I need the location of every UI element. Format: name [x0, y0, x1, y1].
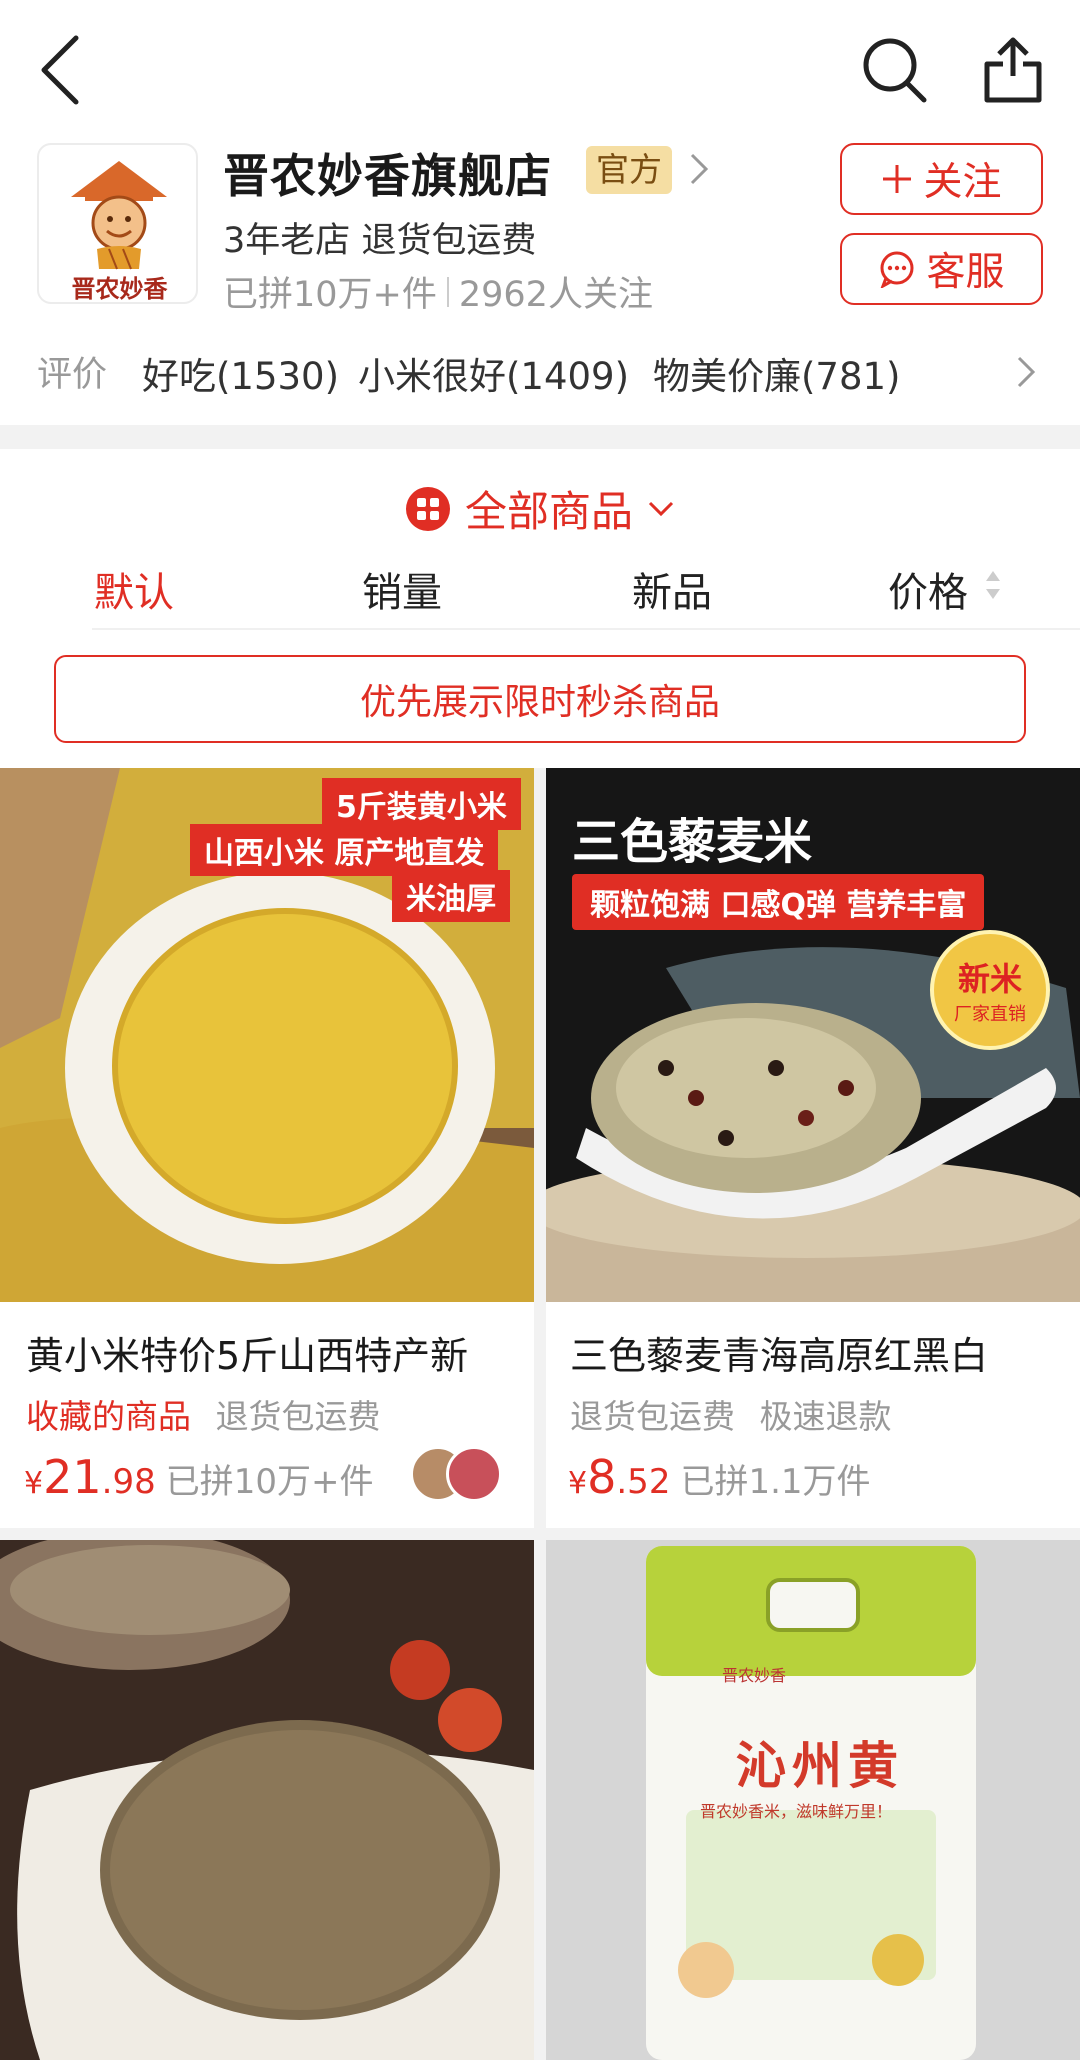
promo-banner: 米油厚	[392, 870, 510, 922]
product-tags: 退货包运费 极速退款	[570, 1390, 906, 1438]
tag-favorited: 收藏的商品	[26, 1397, 191, 1436]
product-title[interactable]: 黄小米特价5斤山西特产新	[26, 1325, 526, 1380]
back-icon	[41, 35, 79, 105]
sort-tab-sales[interactable]: 销量	[362, 560, 442, 618]
review-tag[interactable]: 物美价廉(781)	[653, 346, 901, 400]
sort-tab-default[interactable]: 默认	[94, 560, 174, 618]
grid-icon	[405, 486, 450, 531]
shop-sold-count: 已拼10万+件	[223, 275, 437, 315]
product-price: ¥ 8 .52 已拼1.1万件	[568, 1450, 871, 1504]
shop-name[interactable]: 晋农妙香旗舰店	[223, 140, 552, 206]
logo-text: 晋农妙香	[71, 275, 168, 303]
follow-button[interactable]: 关注	[840, 143, 1043, 215]
review-tag[interactable]: 小米很好(1409)	[358, 346, 629, 400]
promo-banner: 颗粒饱满 口感Q弹 营养丰富	[572, 874, 985, 930]
grid-gutter	[0, 1528, 1080, 1540]
sort-tab-price[interactable]: 价格	[888, 560, 968, 618]
bag-brand: 晋农妙香	[722, 1666, 787, 1685]
sort-divider	[92, 628, 1080, 630]
category-selector[interactable]: 全部商品	[0, 478, 1080, 539]
product-image[interactable]: 三色藜麦米 颗粒饱满 口感Q弹 营养丰富 新米 厂家直销	[546, 768, 1080, 1302]
share-button[interactable]	[978, 30, 1048, 110]
bag-name: 沁州黄	[736, 1737, 904, 1795]
share-icon	[984, 37, 1042, 103]
buyer-avatars	[410, 1446, 510, 1506]
section-divider	[0, 425, 1080, 449]
product-image[interactable]	[0, 1540, 534, 2060]
price-currency: ¥	[24, 1466, 44, 1501]
seal-subtitle: 厂家直销	[954, 1004, 1026, 1025]
chevron-right-icon[interactable]	[1016, 355, 1036, 389]
product-image[interactable]: 5斤装黄小米 山西小米 原产地直发 米油厚	[0, 768, 534, 1302]
back-button[interactable]	[30, 30, 90, 110]
reviews-label: 评价	[37, 355, 108, 395]
shop-stats: 已拼10万+件 2962人关注	[223, 266, 653, 317]
promo-banner: 5斤装黄小米	[322, 778, 521, 830]
category-label: 全部商品	[464, 487, 633, 536]
product-price: ¥ 21 .98 已拼10万+件	[24, 1450, 373, 1504]
customer-service-button[interactable]: 客服	[840, 233, 1043, 305]
search-icon	[863, 38, 927, 103]
tag-fast-refund: 极速退款	[759, 1397, 892, 1436]
promo-banner: 山西小米 原产地直发	[190, 824, 499, 876]
avatar	[446, 1446, 502, 1502]
sold-count: 已拼1.1万件	[680, 1462, 871, 1502]
grid-gutter	[534, 768, 546, 2060]
shop-logo[interactable]: 晋农妙香	[37, 143, 198, 304]
bag-slogan: 晋农妙香米，滋味鲜万里！	[700, 1802, 893, 1821]
tag-free-return: 退货包运费	[215, 1397, 381, 1436]
follow-label: 关注	[923, 160, 1002, 205]
chevron-right-icon[interactable]	[688, 151, 710, 187]
stats-divider	[446, 276, 449, 307]
seal-title: 新米	[957, 960, 1022, 998]
price-integer: 8	[587, 1450, 617, 1504]
new-rice-seal: 新米 厂家直销	[930, 930, 1050, 1050]
sort-arrows-icon	[986, 571, 1000, 599]
price-currency: ¥	[568, 1466, 588, 1501]
sort-tab-new[interactable]: 新品	[632, 560, 712, 618]
price-decimal: .98	[101, 1462, 156, 1502]
sorghum-bowl-photo	[0, 1540, 534, 2060]
product-image[interactable]: 晋农妙香 沁州黄 晋农妙香米，滋味鲜万里！	[546, 1540, 1080, 2060]
product-title[interactable]: 三色藜麦青海高原红黑白	[570, 1325, 1070, 1380]
chevron-down-icon	[648, 501, 674, 516]
tag-free-return: 退货包运费	[570, 1397, 735, 1436]
shop-followers: 2962人关注	[458, 275, 653, 315]
product-tags: 收藏的商品 退货包运费	[26, 1390, 395, 1438]
service-label: 客服	[926, 250, 1005, 295]
product-headline: 三色藜麦米	[572, 814, 813, 870]
chat-bubble-icon	[880, 251, 914, 288]
price-decimal: .52	[616, 1462, 671, 1502]
search-button[interactable]	[860, 30, 930, 110]
plus-icon	[883, 165, 912, 193]
review-tag[interactable]: 好吃(1530)	[142, 346, 339, 400]
official-badge: 官方	[586, 146, 672, 194]
sold-count: 已拼10万+件	[165, 1462, 374, 1502]
shop-info: 3年老店 退货包运费	[223, 221, 537, 261]
flash-sale-button[interactable]: 优先展示限时秒杀商品	[54, 655, 1026, 743]
price-integer: 21	[43, 1450, 102, 1504]
